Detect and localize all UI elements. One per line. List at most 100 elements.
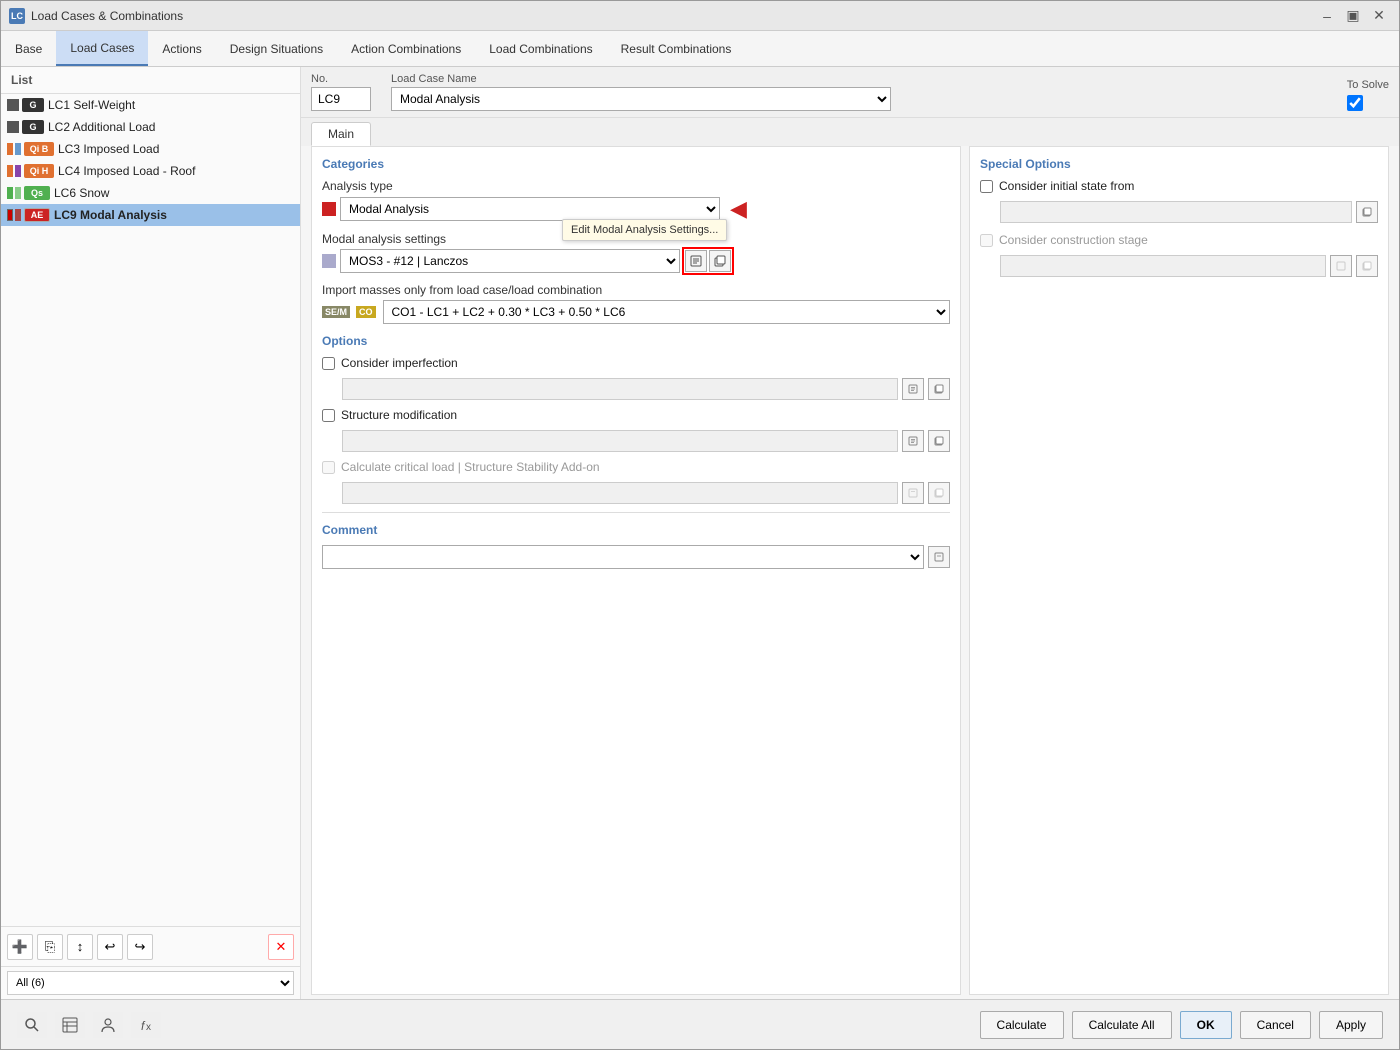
structure-mod-copy-btn[interactable] [928, 430, 950, 452]
list-item[interactable]: G LC1 Self-Weight [1, 94, 300, 116]
to-solve-label: To Solve [1347, 79, 1389, 91]
modal-settings-select[interactable]: MOS3 - #12 | Lanczos [340, 249, 680, 273]
initial-state-input[interactable] [1000, 201, 1352, 223]
critical-load-browse-btn[interactable] [902, 482, 924, 504]
modal-settings-edit-button[interactable] [685, 250, 707, 272]
imperfection-row: Consider imperfection [322, 356, 950, 370]
add-item-button[interactable]: ➕ [7, 934, 33, 960]
critical-load-checkbox[interactable] [322, 461, 335, 474]
apply-button[interactable]: Apply [1319, 1011, 1383, 1039]
cancel-button[interactable]: Cancel [1240, 1011, 1311, 1039]
tab-main[interactable]: Main [311, 122, 371, 146]
minimize-button[interactable]: – [1315, 6, 1339, 26]
right-panel: No. Load Case Name Modal Analysis To Sol… [301, 67, 1399, 999]
bottom-bar: fx Calculate Calculate All OK Cancel App… [1, 999, 1399, 1049]
no-input[interactable] [311, 87, 371, 111]
se-m-badge: SE/M [322, 306, 350, 318]
menu-load-cases[interactable]: Load Cases [56, 31, 148, 66]
person-icon-btn[interactable] [93, 1012, 123, 1038]
copy-item-button[interactable]: ⎘ [37, 934, 63, 960]
options-label: Options [322, 334, 950, 348]
ok-button[interactable]: OK [1180, 1011, 1232, 1039]
analysis-color-swatch [322, 202, 336, 216]
badge-qs: Qs [24, 186, 50, 200]
menu-design-situations[interactable]: Design Situations [216, 31, 337, 66]
list-item-label: LC3 Imposed Load [58, 142, 159, 156]
construction-stage-copy-btn [1356, 255, 1378, 277]
list-item[interactable]: Qs LC6 Snow [1, 182, 300, 204]
menu-action-combinations[interactable]: Action Combinations [337, 31, 475, 66]
menu-base[interactable]: Base [1, 31, 56, 66]
analysis-type-select[interactable]: Modal Analysis [340, 197, 720, 221]
comment-section: Comment [322, 512, 950, 569]
modal-settings-row: Modal analysis settings MOS3 - #12 | Lan… [322, 232, 950, 273]
filter-bar: All (6) [1, 966, 300, 999]
structure-mod-checkbox[interactable] [322, 409, 335, 422]
to-solve-checkbox[interactable] [1347, 95, 1363, 111]
critical-load-copy-btn[interactable] [928, 482, 950, 504]
export-button[interactable]: ↪ [127, 934, 153, 960]
structure-mod-browse-btn[interactable] [902, 430, 924, 452]
calculate-all-button[interactable]: Calculate All [1072, 1011, 1172, 1039]
badge-qib: Qi B [24, 142, 54, 156]
close-button[interactable]: ✕ [1367, 6, 1391, 26]
list-item[interactable]: Qi H LC4 Imposed Load - Roof [1, 160, 300, 182]
badge-g2: G [22, 120, 44, 134]
initial-state-copy-btn[interactable] [1356, 201, 1378, 223]
construction-stage-checkbox[interactable] [980, 234, 993, 247]
function-icon-btn[interactable]: fx [131, 1012, 161, 1038]
modal-color-swatch [322, 254, 336, 268]
list-item-label: LC6 Snow [54, 186, 109, 200]
construction-stage-input [1000, 255, 1326, 277]
initial-state-checkbox[interactable] [980, 180, 993, 193]
modal-settings-label: Modal analysis settings [322, 232, 950, 246]
structure-mod-row: Structure modification [322, 408, 950, 422]
badge-g1: G [22, 98, 44, 112]
options-section: Options Consider imperfection [322, 334, 950, 504]
list-item-label: LC1 Self-Weight [48, 98, 135, 112]
critical-load-input [342, 482, 898, 504]
menubar: Base Load Cases Actions Design Situation… [1, 31, 1399, 67]
imperfection-input[interactable] [342, 378, 898, 400]
list-item-label: LC4 Imposed Load - Roof [58, 164, 195, 178]
structure-mod-input[interactable] [342, 430, 898, 452]
no-label: No. [311, 73, 371, 85]
import-select[interactable]: CO1 - LC1 + LC2 + 0.30 * LC3 + 0.50 * LC… [383, 300, 950, 324]
construction-stage-row: Consider construction stage [980, 233, 1378, 247]
sidebar-toolbar: ➕ ⎘ ↕ ↩ ↪ ✕ [1, 926, 300, 966]
search-icon-btn[interactable] [17, 1012, 47, 1038]
table-icon-btn[interactable] [55, 1012, 85, 1038]
to-solve-group: To Solve [1347, 79, 1389, 111]
maximize-button[interactable]: ▣ [1341, 6, 1365, 26]
structure-mod-label: Structure modification [341, 408, 457, 422]
list-item[interactable]: Qi B LC3 Imposed Load [1, 138, 300, 160]
initial-state-label: Consider initial state from [999, 179, 1134, 193]
filter-select[interactable]: All (6) [7, 971, 294, 995]
sidebar: List G LC1 Self-Weight G LC2 Additional … [1, 67, 301, 999]
tab-bar: Main [301, 118, 1399, 146]
menu-result-combinations[interactable]: Result Combinations [607, 31, 746, 66]
sidebar-list: G LC1 Self-Weight G LC2 Additional Load … [1, 94, 300, 926]
critical-load-input-row [322, 482, 950, 504]
imperfection-browse-btn[interactable] [902, 378, 924, 400]
calculate-button[interactable]: Calculate [980, 1011, 1064, 1039]
case-name-select[interactable]: Modal Analysis [391, 87, 891, 111]
move-item-button[interactable]: ↕ [67, 934, 93, 960]
list-item-selected[interactable]: AE LC9 Modal Analysis [1, 204, 300, 226]
menu-load-combinations[interactable]: Load Combinations [475, 31, 606, 66]
delete-button[interactable]: ✕ [268, 934, 294, 960]
no-field-group: No. [311, 73, 371, 111]
initial-state-input-row [980, 201, 1378, 223]
comment-edit-btn[interactable] [928, 546, 950, 568]
imperfection-copy-btn[interactable] [928, 378, 950, 400]
comment-select[interactable] [322, 545, 924, 569]
import-masses-label: Import masses only from load case/load c… [322, 283, 950, 297]
import-button[interactable]: ↩ [97, 934, 123, 960]
imperfection-checkbox[interactable] [322, 357, 335, 370]
menu-actions[interactable]: Actions [148, 31, 215, 66]
app-icon: LC [9, 8, 25, 24]
modal-settings-copy-button[interactable] [709, 250, 731, 272]
construction-stage-input-row [980, 255, 1378, 277]
categories-label: Categories [322, 157, 950, 171]
list-item[interactable]: G LC2 Additional Load [1, 116, 300, 138]
